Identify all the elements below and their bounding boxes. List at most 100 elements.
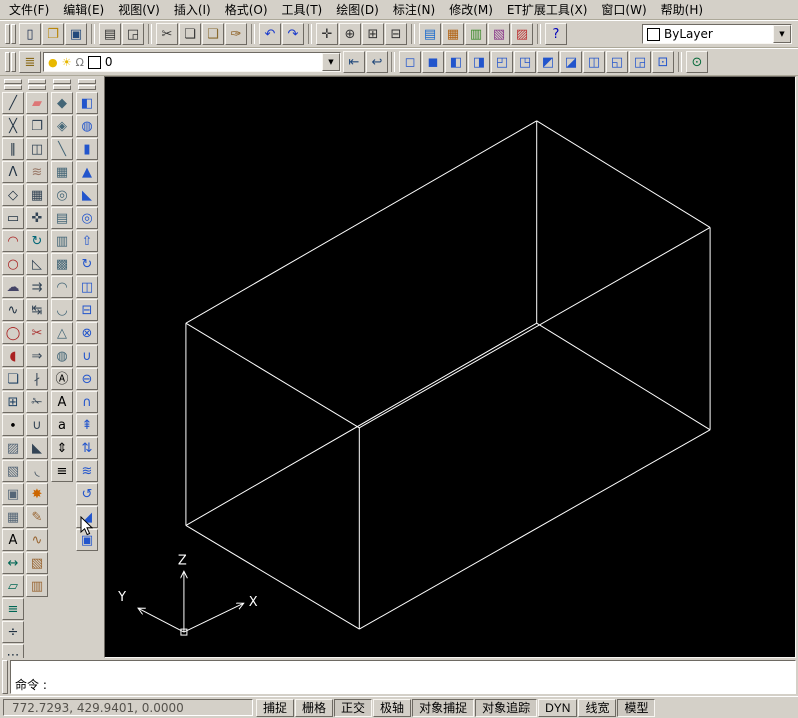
torus-button[interactable]: ◎ bbox=[76, 207, 98, 229]
gradient-button[interactable]: ▧ bbox=[2, 460, 24, 482]
undo-button[interactable]: ↶ bbox=[259, 23, 281, 45]
scale-text-button[interactable]: ⇕ bbox=[51, 437, 73, 459]
3d-orbit-button[interactable]: ⊙ bbox=[686, 51, 708, 73]
osnap-toggle[interactable]: 对象捕捉 bbox=[412, 698, 475, 717]
line-button[interactable]: ╱ bbox=[2, 92, 24, 114]
back-view-button[interactable]: ◳ bbox=[514, 51, 536, 73]
layer-previous-button[interactable]: ↩ bbox=[366, 51, 388, 73]
dish-button[interactable]: ◡ bbox=[51, 299, 73, 321]
save-button[interactable]: ▣ bbox=[65, 23, 87, 45]
ruled-surface-button[interactable]: ▥ bbox=[51, 230, 73, 252]
paste-button[interactable]: ❑ bbox=[202, 23, 224, 45]
menu-edit[interactable]: 编辑(E) bbox=[56, 0, 111, 20]
array-button[interactable]: ▦ bbox=[26, 184, 48, 206]
sheet-set-button[interactable]: ▧ bbox=[488, 23, 510, 45]
revision-cloud-button[interactable]: ☁ bbox=[2, 276, 24, 298]
menu-view[interactable]: 视图(V) bbox=[111, 0, 167, 20]
insert-block-button[interactable]: ❏ bbox=[2, 368, 24, 390]
command-prompt[interactable]: 命令 : bbox=[15, 676, 791, 692]
slice-button[interactable]: ◫ bbox=[76, 276, 98, 298]
match-properties-button[interactable]: ✑ bbox=[225, 23, 247, 45]
zoom-realtime-button[interactable]: ⊕ bbox=[339, 23, 361, 45]
sw-isometric-view-button[interactable]: ◩ bbox=[537, 51, 559, 73]
lengthen-button[interactable]: ↹ bbox=[26, 299, 48, 321]
nw-isometric-view-button[interactable]: ◱ bbox=[606, 51, 628, 73]
model-toggle[interactable]: 模型 bbox=[617, 698, 656, 717]
toolbar-grip[interactable] bbox=[78, 79, 96, 90]
trim-button[interactable]: ✂ bbox=[26, 322, 48, 344]
spline-button[interactable]: ∿ bbox=[2, 299, 24, 321]
menu-tools[interactable]: 工具(T) bbox=[275, 0, 330, 20]
toolbar-grip[interactable] bbox=[4, 79, 22, 90]
3d-mesh-button[interactable]: ▦ bbox=[51, 161, 73, 183]
divide-button[interactable]: ÷ bbox=[2, 621, 24, 643]
explode-button[interactable]: ✸ bbox=[26, 483, 48, 505]
hatch-button[interactable]: ▨ bbox=[2, 437, 24, 459]
rotate-faces-button[interactable]: ↺ bbox=[76, 483, 98, 505]
menu-insert[interactable]: 插入(I) bbox=[167, 0, 218, 20]
sphere-button[interactable]: ◍ bbox=[76, 115, 98, 137]
dyn-toggle[interactable]: DYN bbox=[538, 698, 578, 717]
3d-face-button[interactable]: ◈ bbox=[51, 115, 73, 137]
edge-surface-button[interactable]: ▩ bbox=[51, 253, 73, 275]
single-line-text-button[interactable]: A bbox=[51, 391, 73, 413]
edit-text-button[interactable]: a bbox=[51, 414, 73, 436]
tabulated-surface-button[interactable]: ▤ bbox=[51, 207, 73, 229]
menu-window[interactable]: 窗口(W) bbox=[594, 0, 653, 20]
justify-text-button[interactable]: ≡ bbox=[51, 460, 73, 482]
toolbar-grip[interactable] bbox=[53, 79, 71, 90]
toolbar-grip[interactable] bbox=[5, 52, 16, 72]
plot-preview-button[interactable]: ◲ bbox=[122, 23, 144, 45]
fillet-button[interactable]: ◟ bbox=[26, 460, 48, 482]
extrude-faces-button[interactable]: ⇞ bbox=[76, 414, 98, 436]
menu-et-tools[interactable]: ET扩展工具(X) bbox=[500, 0, 595, 20]
edge-button[interactable]: ╲ bbox=[51, 138, 73, 160]
tool-palettes-button[interactable]: ▥ bbox=[465, 23, 487, 45]
dropdown-arrow-icon[interactable]: ▼ bbox=[322, 53, 340, 71]
menu-help[interactable]: 帮助(H) bbox=[654, 0, 710, 20]
dropdown-arrow-icon[interactable]: ▼ bbox=[773, 25, 791, 43]
measure-area-button[interactable]: ▱ bbox=[2, 575, 24, 597]
plot-button[interactable]: ▤ bbox=[99, 23, 121, 45]
2d-solid-button[interactable]: ◆ bbox=[51, 92, 73, 114]
polar-toggle[interactable]: 极轴 bbox=[373, 698, 412, 717]
edit-array-button[interactable]: ▥ bbox=[26, 575, 48, 597]
lineweight-toggle[interactable]: 线宽 bbox=[578, 698, 617, 717]
redo-button[interactable]: ↷ bbox=[282, 23, 304, 45]
stretch-button[interactable]: ⇉ bbox=[26, 276, 48, 298]
named-views-button[interactable]: ⊡ bbox=[652, 51, 674, 73]
interfere-button[interactable]: ⊗ bbox=[76, 322, 98, 344]
zoom-previous-button[interactable]: ⊟ bbox=[385, 23, 407, 45]
help-button[interactable]: ? bbox=[545, 23, 567, 45]
revolve-button[interactable]: ↻ bbox=[76, 253, 98, 275]
ellipse-arc-button[interactable]: ◖ bbox=[2, 345, 24, 367]
cut-button[interactable]: ✂ bbox=[156, 23, 178, 45]
rectangle-button[interactable]: ▭ bbox=[2, 207, 24, 229]
box-button[interactable]: ◧ bbox=[76, 92, 98, 114]
move-button[interactable]: ✜ bbox=[26, 207, 48, 229]
se-isometric-view-button[interactable]: ◪ bbox=[560, 51, 582, 73]
properties-button[interactable]: ▤ bbox=[419, 23, 441, 45]
make-object-layer-current-button[interactable]: ⇤ bbox=[343, 51, 365, 73]
torus-surface-button[interactable]: ◍ bbox=[51, 345, 73, 367]
zoom-window-button[interactable]: ⊞ bbox=[362, 23, 384, 45]
command-window-grip[interactable] bbox=[2, 660, 8, 694]
offset-button[interactable]: ≋ bbox=[26, 161, 48, 183]
drawing-canvas[interactable]: Z X Y bbox=[104, 76, 796, 658]
erase-button[interactable]: ▰ bbox=[26, 92, 48, 114]
section-button[interactable]: ⊟ bbox=[76, 299, 98, 321]
union-button[interactable]: ∪ bbox=[76, 345, 98, 367]
left-view-button[interactable]: ◧ bbox=[445, 51, 467, 73]
toolbar-grip[interactable] bbox=[5, 24, 16, 44]
top-view-button[interactable]: ◻ bbox=[399, 51, 421, 73]
ellipse-button[interactable]: ◯ bbox=[2, 322, 24, 344]
coordinates-readout[interactable]: 772.7293, 429.9401, 0.0000 bbox=[3, 699, 253, 716]
menu-format[interactable]: 格式(O) bbox=[218, 0, 275, 20]
menu-modify[interactable]: 修改(M) bbox=[442, 0, 500, 20]
mirror-button[interactable]: ◫ bbox=[26, 138, 48, 160]
revolved-surface-button[interactable]: ◎ bbox=[51, 184, 73, 206]
designcenter-button[interactable]: ▦ bbox=[442, 23, 464, 45]
join-button[interactable]: ∪ bbox=[26, 414, 48, 436]
menu-file[interactable]: 文件(F) bbox=[2, 0, 56, 20]
otrack-toggle[interactable]: 对象追踪 bbox=[475, 698, 538, 717]
